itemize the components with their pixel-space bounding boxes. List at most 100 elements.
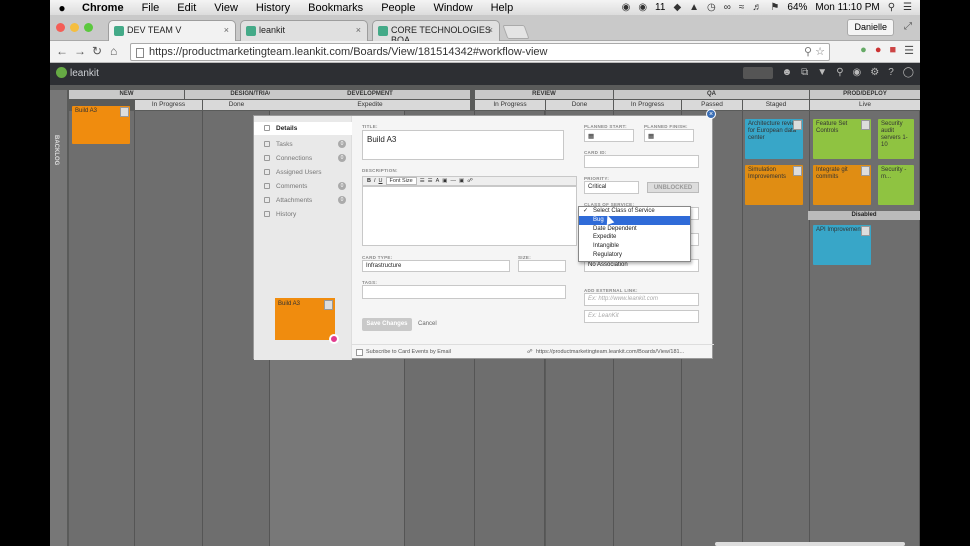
minimize-window-icon[interactable] xyxy=(70,23,79,32)
home-icon[interactable]: ⌂ xyxy=(110,44,117,58)
extension-icon[interactable]: ■ xyxy=(889,44,896,57)
link-icon[interactable]: ☍ xyxy=(467,178,473,184)
timemachine-icon[interactable]: ◷ xyxy=(707,2,716,13)
subcol-staged[interactable]: Staged xyxy=(743,100,809,110)
card-feature-set-controls[interactable]: Feature Set Controls xyxy=(813,119,871,159)
nav-comments[interactable]: Comments 0 xyxy=(254,180,352,193)
title-input[interactable]: Build A3 xyxy=(362,130,564,160)
reload-icon[interactable]: ↻ xyxy=(92,44,102,58)
close-tab-icon[interactable]: × xyxy=(224,25,229,35)
nav-assigned-users[interactable]: Assigned Users xyxy=(254,166,352,179)
clock[interactable]: Mon 11:10 PM xyxy=(815,2,879,13)
tags-input[interactable] xyxy=(362,285,566,299)
settings-icon[interactable]: ⚙ xyxy=(870,67,879,79)
list-icon[interactable]: ☰ xyxy=(420,178,425,184)
subcol-in-progress[interactable]: In Progress xyxy=(135,100,202,110)
search-icon[interactable]: ⚲ xyxy=(804,46,812,58)
menu-bookmarks[interactable]: Bookmarks xyxy=(308,2,373,14)
bookmark-star-icon[interactable]: ☆ xyxy=(815,46,825,58)
forward-icon[interactable]: → xyxy=(74,44,86,58)
menu-people[interactable]: People xyxy=(381,2,425,14)
back-icon[interactable]: ← xyxy=(56,44,68,58)
calendar-icon[interactable]: ▦ xyxy=(648,133,654,140)
tab-dev-team[interactable]: DEV TEAM V × xyxy=(108,20,236,41)
subscribe-label[interactable]: Subscribe to Card Events by Email xyxy=(366,349,451,355)
zoom-window-icon[interactable] xyxy=(84,23,93,32)
numbered-list-icon[interactable]: ☰ xyxy=(428,178,433,184)
bluetooth-icon[interactable]: ∞ xyxy=(724,2,731,13)
text-color-icon[interactable]: A xyxy=(436,178,440,184)
bell-icon[interactable]: ▲ xyxy=(689,2,699,13)
close-window-icon[interactable] xyxy=(56,23,65,32)
card-api-improvements[interactable]: API Improvements xyxy=(813,225,871,265)
copy-icon[interactable]: ⧉ xyxy=(801,67,808,79)
size-input[interactable] xyxy=(518,260,566,272)
address-bar[interactable]: https://productmarketingteam.leankit.com… xyxy=(130,43,830,61)
board-icon[interactable]: ◉ xyxy=(853,67,862,79)
new-tab-button[interactable] xyxy=(502,25,530,39)
lane-header-new[interactable]: NEW xyxy=(69,90,184,99)
volume-icon[interactable]: ♬ xyxy=(752,2,762,13)
menu-chrome[interactable]: Chrome xyxy=(82,2,134,14)
subcol-done[interactable]: Done xyxy=(546,100,613,110)
flag-icon[interactable]: ⚑ xyxy=(770,2,779,13)
class-option[interactable]: Expedite xyxy=(579,233,690,242)
subcol-expedite[interactable]: Expedite xyxy=(270,100,470,110)
subscribe-checkbox[interactable] xyxy=(356,349,363,356)
font-size-select[interactable]: Font Size xyxy=(385,177,417,185)
lane-header-prod-deploy[interactable]: PROD/DEPLOY xyxy=(810,90,920,99)
bold-button[interactable]: B xyxy=(367,178,371,184)
lane-header-qa[interactable]: QA xyxy=(614,90,809,99)
view-toggle[interactable] xyxy=(742,67,773,79)
card-link[interactable]: https://productmarketingteam.leankit.com… xyxy=(536,349,684,355)
users-icon[interactable]: ☻ xyxy=(782,67,793,79)
record-icon[interactable]: ◉ xyxy=(622,2,631,13)
class-option[interactable]: Regulatory xyxy=(579,251,690,260)
subcol-in-progress[interactable]: In Progress xyxy=(614,100,681,110)
underline-button[interactable]: U xyxy=(379,178,383,184)
card-architecture-review[interactable]: Architecture review for European data ce… xyxy=(745,119,803,159)
priority-select[interactable]: Critical xyxy=(584,181,639,194)
external-link-url-input[interactable]: Ex: http://www.leankit.com xyxy=(584,293,699,306)
nav-details[interactable]: Details xyxy=(254,122,352,135)
menu-history[interactable]: History xyxy=(256,2,300,14)
fullscreen-icon[interactable]: ⤢ xyxy=(904,21,912,32)
filter-icon[interactable]: ▼ xyxy=(817,67,827,79)
menu-icon[interactable]: ☰ xyxy=(904,44,914,57)
card-id-input[interactable] xyxy=(584,155,699,168)
image-icon[interactable]: ▣ xyxy=(459,178,464,184)
menu-view[interactable]: View xyxy=(214,2,248,14)
nav-attachments[interactable]: Attachments 0 xyxy=(254,194,352,207)
tab-core-technologies[interactable]: CORE TECHNOLOGIES BOA × xyxy=(372,20,500,45)
board-column[interactable] xyxy=(69,111,135,546)
card-type-select[interactable]: Infrastructure xyxy=(362,260,510,272)
subcol-in-progress[interactable]: In Progress xyxy=(475,100,545,110)
spotlight-icon[interactable]: ⚲ xyxy=(888,2,895,13)
account-icon[interactable]: ◯ xyxy=(903,67,914,79)
close-tab-icon[interactable]: × xyxy=(356,25,361,35)
horizontal-scrollbar[interactable] xyxy=(715,542,905,546)
external-link-title-input[interactable]: Ex: LeanKit xyxy=(584,310,699,323)
class-option[interactable]: ✓ Select Class of Service xyxy=(579,207,690,216)
class-option[interactable]: Intangible xyxy=(579,242,690,251)
close-tab-icon[interactable]: × xyxy=(488,25,493,35)
save-changes-button[interactable]: Save Changes xyxy=(362,318,412,331)
highlight-icon[interactable]: ▣ xyxy=(442,178,447,184)
subcol-live[interactable]: Live xyxy=(810,100,920,110)
apple-icon[interactable]: ● xyxy=(50,1,74,15)
calendar-icon[interactable]: ▦ xyxy=(588,133,594,140)
description-editor[interactable] xyxy=(362,186,577,246)
backlog-lane[interactable]: BACKLOG xyxy=(50,90,67,546)
class-option[interactable]: Date Dependent xyxy=(579,225,690,234)
card-security-m[interactable]: Security - m... xyxy=(878,165,914,205)
evernote-icon[interactable]: ● xyxy=(860,44,867,57)
nav-history[interactable]: History xyxy=(254,208,352,221)
pinterest-icon[interactable]: ● xyxy=(875,44,882,57)
wifi-icon[interactable]: ≈ xyxy=(739,2,745,13)
battery-label[interactable]: 64% xyxy=(787,2,807,13)
tab-leankit[interactable]: leankit × xyxy=(240,20,368,41)
italic-button[interactable]: I xyxy=(374,178,376,184)
menu-help[interactable]: Help xyxy=(491,2,524,14)
planned-finish-input[interactable]: ▦ xyxy=(644,129,694,142)
notification-icon[interactable]: ☰ xyxy=(903,2,912,13)
